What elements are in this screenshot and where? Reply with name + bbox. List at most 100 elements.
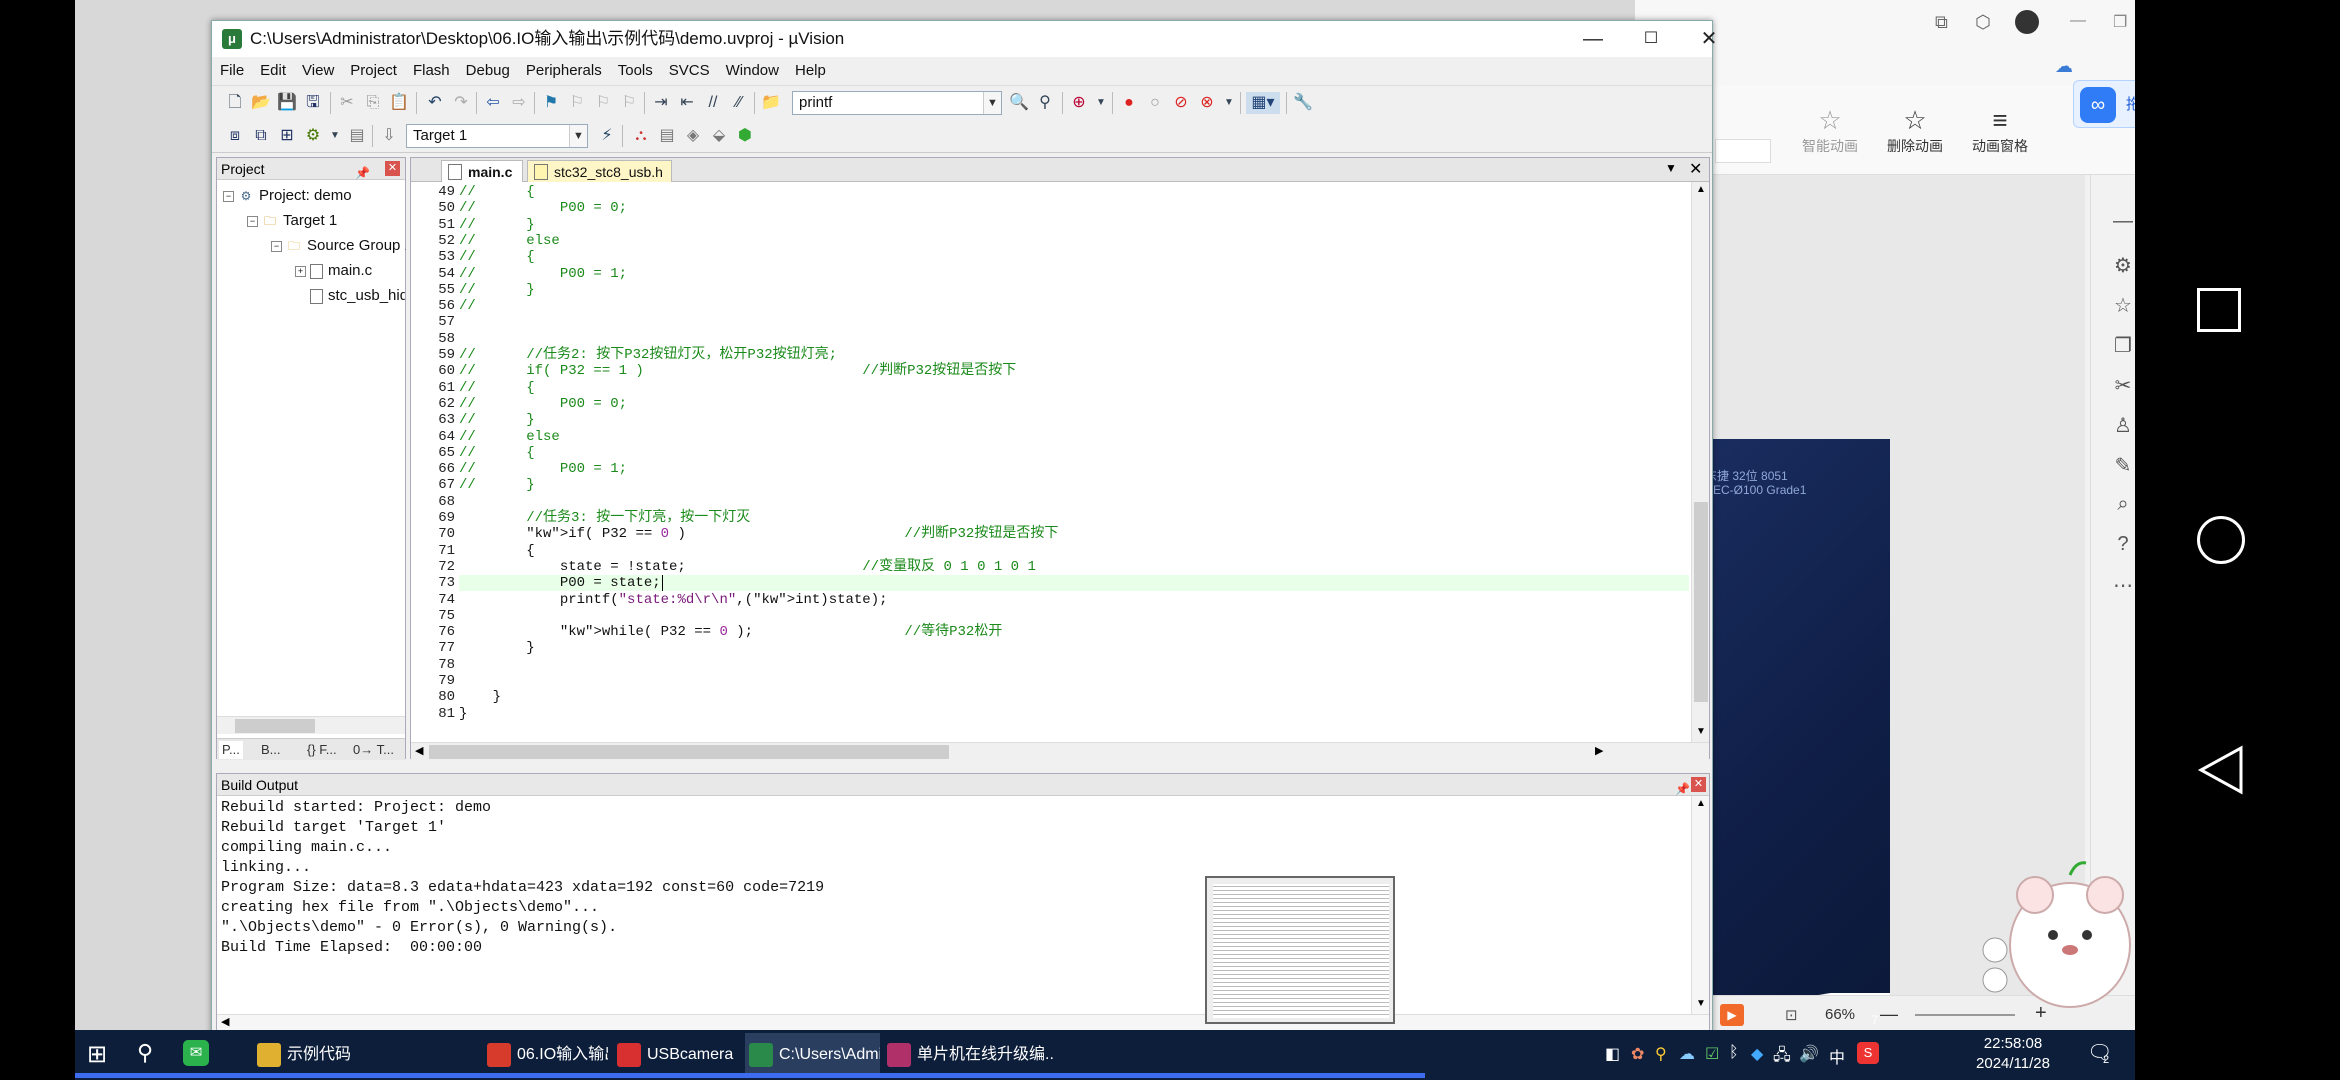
baidu-upload-widget[interactable]: ∞ 拖拽至此上传: [2073, 80, 2135, 128]
close-pane-icon[interactable]: ✕: [385, 161, 400, 176]
code-line[interactable]: }: [459, 689, 1689, 705]
build-hscroll[interactable]: ◀: [217, 1014, 1709, 1030]
more-icon[interactable]: ⋯: [2111, 573, 2135, 597]
cut-icon[interactable]: ✂: [336, 92, 358, 114]
wechat-icon[interactable]: ✉: [183, 1040, 209, 1066]
code-line[interactable]: state = !state; //变量取反 0 1 0 1 0 1: [459, 559, 1689, 575]
stop-build-icon[interactable]: ▤: [346, 125, 368, 147]
window-thumbnail-preview[interactable]: [1205, 876, 1395, 1024]
clear-bookmarks-icon[interactable]: ⚐: [618, 92, 640, 114]
taskbar-item[interactable]: USBcamera: [613, 1033, 738, 1077]
tab-templates[interactable]: 0→ T...: [353, 741, 394, 759]
download-icon[interactable]: ⇩: [378, 125, 400, 147]
rebuild-icon[interactable]: ⊞: [276, 125, 298, 147]
minimize-icon[interactable]: —: [2070, 12, 2086, 30]
breakpoint-icon[interactable]: ●: [1118, 92, 1140, 114]
tray-bug-icon[interactable]: ✿: [1631, 1044, 1644, 1064]
star-outline-icon[interactable]: ☆: [2111, 293, 2135, 317]
code-line[interactable]: }: [459, 706, 1689, 722]
nav-back-icon[interactable]: ⇦: [482, 92, 504, 114]
scroll-thumb[interactable]: [235, 719, 315, 733]
code-line[interactable]: // else: [459, 429, 1689, 445]
chevron-down-icon[interactable]: ▼: [569, 125, 587, 147]
minus-icon[interactable]: —: [2111, 210, 2135, 234]
indent-icon[interactable]: ⇥: [650, 92, 672, 114]
scroll-down-icon[interactable]: ▼: [1696, 726, 1706, 737]
menu-edit[interactable]: Edit: [252, 57, 294, 85]
taskbar-item[interactable]: 示例代码: [253, 1033, 473, 1077]
undo-icon[interactable]: ↶: [424, 92, 446, 114]
code-line[interactable]: //任务3: 按一下灯亮，按一下灯灭: [459, 510, 1689, 526]
redo-icon[interactable]: ↷: [450, 92, 472, 114]
search-icon[interactable]: ⚲: [137, 1040, 153, 1066]
new-file-icon[interactable]: 🗋: [224, 92, 246, 114]
code-line[interactable]: // }: [459, 412, 1689, 428]
file-extensions-icon[interactable]: ▤: [656, 125, 678, 147]
build-icon[interactable]: ⧉: [250, 125, 272, 147]
menu-window[interactable]: Window: [718, 57, 787, 85]
tray-cloud-icon[interactable]: ☁: [1679, 1044, 1695, 1064]
delete-animation-button[interactable]: ☆ 删除动画: [1875, 105, 1955, 156]
back-icon[interactable]: [2197, 744, 2245, 796]
window-titlebar[interactable]: μ C:\Users\Administrator\Desktop\06.IO输入…: [212, 21, 1717, 57]
find-combo[interactable]: printf ▼: [792, 91, 1002, 115]
tab-functions[interactable]: {} F...: [307, 741, 337, 759]
tab-project[interactable]: P...: [219, 741, 243, 759]
restore-icon[interactable]: ❐: [2113, 12, 2127, 32]
menu-view[interactable]: View: [294, 57, 342, 85]
code-line[interactable]: // P00 = 1;: [459, 266, 1689, 282]
code-line[interactable]: // P00 = 0;: [459, 396, 1689, 412]
kill-breakpoints-icon[interactable]: ⊗: [1196, 92, 1218, 114]
code-line[interactable]: // P00 = 1;: [459, 461, 1689, 477]
paste-icon[interactable]: 📋: [388, 92, 410, 114]
comment-icon[interactable]: //: [702, 92, 724, 114]
cube-icon[interactable]: ⬡: [1975, 12, 1991, 33]
pin-icon[interactable]: 📌: [1675, 778, 1690, 800]
zoom-level[interactable]: 66%: [1825, 1006, 1855, 1023]
menu-debug[interactable]: Debug: [458, 57, 518, 85]
delay-input[interactable]: [1715, 139, 1771, 163]
disable-breakpoint-icon[interactable]: ○: [1144, 92, 1166, 114]
window-layout-icon[interactable]: ▦▾: [1246, 92, 1280, 114]
edit-icon[interactable]: ✎: [2111, 453, 2135, 477]
scroll-thumb[interactable]: [429, 745, 949, 759]
close-tab-icon[interactable]: ✕: [1689, 159, 1702, 179]
project-hscroll[interactable]: [217, 716, 405, 734]
ime-label[interactable]: 中: [1829, 1044, 1845, 1068]
chevron-down-icon[interactable]: ▼: [1218, 92, 1240, 114]
scroll-thumb[interactable]: [1694, 502, 1708, 702]
animation-pane-button[interactable]: ≡ 动画窗格: [1960, 105, 2040, 156]
tab-main-c[interactable]: main.c: [441, 160, 523, 182]
chevron-down-icon[interactable]: ▼: [1090, 92, 1112, 114]
tree-item-source-group[interactable]: − 🗀 Source Group 1: [271, 236, 406, 256]
code-line[interactable]: P00 = state;: [459, 575, 1689, 592]
scroll-up-icon[interactable]: ▲: [1696, 184, 1706, 195]
unindent-icon[interactable]: ⇤: [676, 92, 698, 114]
code-line[interactable]: // {: [459, 445, 1689, 461]
recent-apps-icon[interactable]: [2197, 288, 2241, 332]
batch-build-icon[interactable]: ⚙: [302, 125, 324, 147]
tray-app-icon[interactable]: ◧: [1605, 1044, 1620, 1064]
layers-icon[interactable]: ❐: [2111, 333, 2135, 357]
tray-check-icon[interactable]: ☑: [1705, 1044, 1719, 1064]
smart-animation-button[interactable]: ☆ 智能动画: [1790, 105, 1870, 156]
menu-peripherals[interactable]: Peripherals: [518, 57, 610, 85]
bookmark-icon[interactable]: ⚑: [540, 92, 562, 114]
uncomment-icon[interactable]: ⁄⁄: [728, 92, 750, 114]
code-line[interactable]: [459, 608, 1689, 624]
home-icon[interactable]: [2197, 516, 2245, 564]
code-line[interactable]: "kw">if( P32 == 0 ) //判断P32按钮是否按下: [459, 526, 1689, 542]
user-avatar[interactable]: [2015, 10, 2039, 34]
incremental-find-icon[interactable]: ⚲: [1034, 92, 1056, 114]
code-line[interactable]: [459, 494, 1689, 510]
find-icon[interactable]: 🔍: [1008, 92, 1030, 114]
fit-icon[interactable]: ⊡: [1785, 1006, 1798, 1024]
shirt-icon[interactable]: ♙: [2111, 413, 2135, 437]
code-line[interactable]: "kw">while( P32 == 0 ); //等待P32松开: [459, 624, 1689, 640]
disable-all-breakpoints-icon[interactable]: ⊘: [1170, 92, 1192, 114]
code-line[interactable]: //: [459, 298, 1689, 314]
code-area[interactable]: // {// P00 = 0;// }// else// {// P00 = 1…: [459, 182, 1689, 742]
tree-item-project[interactable]: − ⚙ Project: demo: [223, 186, 352, 206]
rte-icon[interactable]: ◈: [682, 125, 704, 147]
menu-file[interactable]: File: [212, 57, 252, 85]
